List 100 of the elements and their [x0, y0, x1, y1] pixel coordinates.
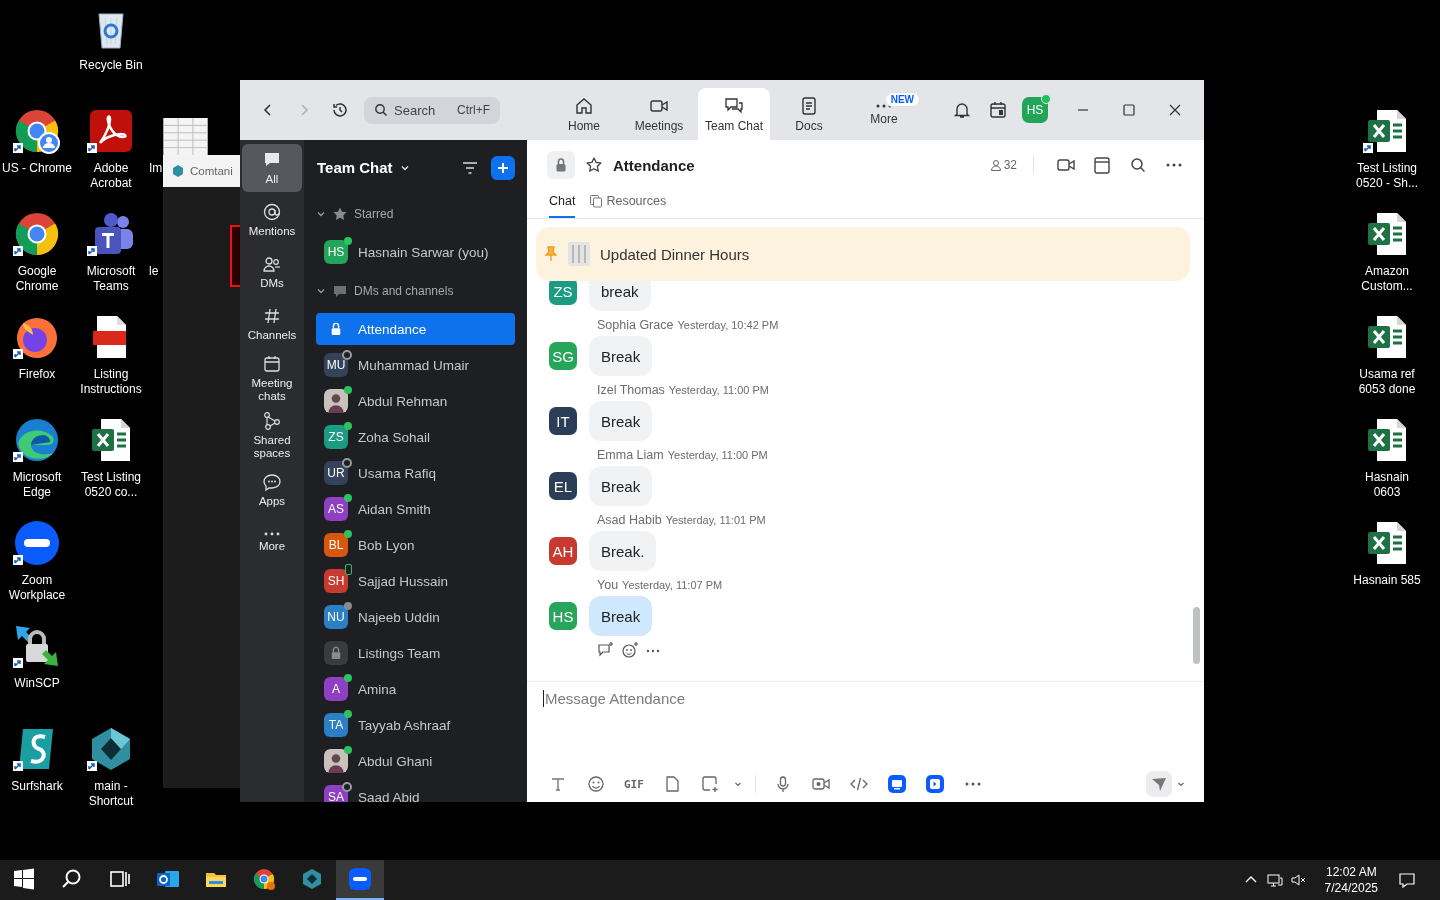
acrobat-icon	[87, 107, 135, 155]
message-time: Yesterday, 10:42 PM	[677, 319, 779, 331]
rail-tab[interactable]: Shared spaces	[242, 409, 302, 462]
avatar: IT	[549, 407, 577, 435]
zoom-icon	[13, 519, 61, 567]
reply-icon[interactable]	[597, 641, 615, 659]
chat-list-item[interactable]: Abdul Rehman	[316, 385, 515, 417]
volume-muted-icon[interactable]	[1290, 872, 1307, 888]
play-app-icon[interactable]	[924, 774, 945, 794]
section-header[interactable]: Starred	[316, 195, 515, 232]
windows-start-icon	[12, 867, 36, 891]
rail-tab[interactable]: Apps	[242, 466, 302, 514]
emoji-icon[interactable]	[586, 774, 606, 794]
desktop-icon[interactable]: Surfshark	[0, 725, 74, 794]
chat-list-item[interactable]: TA Tayyab Ashraaf	[316, 709, 515, 741]
history-icon[interactable]	[330, 100, 350, 120]
calendar-icon[interactable]	[988, 100, 1008, 120]
rail-tab[interactable]: All	[242, 144, 302, 192]
share-nodes-icon	[262, 411, 282, 431]
members-button[interactable]: 32	[989, 158, 1017, 172]
desktop-icon[interactable]: US - Chrome	[0, 107, 74, 176]
sender-name: Izel Thomas	[597, 383, 665, 397]
desktop-icon[interactable]: Google Chrome	[0, 210, 74, 294]
desktop-icon[interactable]: WinSCP	[0, 622, 74, 691]
search-icon[interactable]	[1128, 155, 1148, 175]
lock-icon	[324, 641, 348, 665]
search-icon	[374, 103, 388, 117]
chat-list-item[interactable]: MU Muhammad Umair	[316, 349, 515, 381]
avatar: HS	[549, 602, 577, 630]
screenshot-icon[interactable]	[699, 774, 720, 794]
gif-button[interactable]: GIF	[624, 777, 644, 791]
channel-tab[interactable]: Resources	[589, 190, 667, 218]
rail-tab[interactable]: Mentions	[242, 196, 302, 244]
desktop-icon[interactable]: Hasnain 585	[1350, 519, 1424, 588]
nav-tab[interactable]: NEW More	[848, 88, 920, 140]
channel-tab[interactable]: Chat	[549, 190, 576, 218]
pinned-message-banner[interactable]: Updated Dinner Hours	[536, 227, 1190, 281]
chat-list-item[interactable]: Abdul Ghani	[316, 745, 515, 777]
scrollbar[interactable]	[1193, 607, 1200, 664]
chat-list-item[interactable]: A Amina	[316, 673, 515, 705]
chat-list-item[interactable]: SA Saad Abid	[316, 781, 515, 802]
network-icon[interactable]	[1266, 872, 1283, 888]
message-bubble: Break.	[589, 531, 657, 571]
send-button[interactable]	[1146, 771, 1172, 797]
sender-name: You	[597, 578, 619, 592]
rail-tab[interactable]: Channels	[242, 300, 302, 348]
desktop-icon[interactable]: Usama ref 6053 done	[1350, 313, 1424, 397]
search-bar[interactable]: Search Ctrl+F	[364, 96, 500, 124]
chat-list-item[interactable]: BL Bob Lyon	[316, 529, 515, 561]
search-input[interactable]: Search	[394, 102, 442, 118]
avatar: A	[324, 677, 348, 701]
desktop-icon[interactable]: Recycle Bin	[74, 4, 148, 73]
desktop-icon[interactable]: Listing Instructions	[74, 313, 148, 397]
calendar-icon	[262, 354, 282, 374]
lock-icon	[547, 151, 575, 179]
new-chat-button[interactable]	[491, 155, 515, 180]
nav-tab[interactable]: Meetings	[623, 88, 695, 140]
desktop-icon[interactable]: Amazon Custom...	[1350, 210, 1424, 294]
nav-tab[interactable]: Team Chat	[698, 88, 770, 140]
nav-tab[interactable]: Docs	[773, 88, 845, 140]
desktop-icon[interactable]: Adobe Acrobat	[74, 107, 148, 191]
rail-tab[interactable]: More	[242, 518, 302, 566]
bell-icon[interactable]	[952, 100, 972, 120]
rail-tab[interactable]: Meeting chats	[242, 352, 302, 405]
chat-list-item[interactable]: UR Usama Rafiq	[316, 457, 515, 489]
rail-tab[interactable]: DMs	[242, 248, 302, 296]
section-header[interactable]: DMs and channels	[316, 272, 515, 309]
calendar-icon[interactable]	[1092, 155, 1112, 175]
add-reaction-icon[interactable]	[621, 641, 639, 659]
desktop-icon[interactable]: Microsoft Edge	[0, 416, 74, 500]
chat-list-item[interactable]: Attendance	[316, 313, 515, 345]
desktop-icon[interactable]: le	[149, 210, 163, 279]
desktop-icon[interactable]: Test Listing 0520 co...	[74, 416, 148, 500]
chat-list-item[interactable]: HS Hasnain Sarwar (you)	[316, 236, 515, 268]
desktop-icon[interactable]: Test Listing 0520 - Sh...	[1350, 107, 1424, 191]
avatar: HS	[324, 240, 348, 264]
nav-tab[interactable]: Home	[548, 88, 620, 140]
chat-list-item[interactable]: NU Najeeb Uddin	[316, 601, 515, 633]
desktop-icon[interactable]: Hasnain 0603	[1350, 416, 1424, 500]
star-icon[interactable]	[585, 156, 603, 174]
chat-list-item[interactable]: AS Aidan Smith	[316, 493, 515, 525]
avatar: EL	[549, 472, 577, 500]
desktop-icon[interactable]: main - Shortcut	[74, 725, 148, 809]
chat-list-item[interactable]: SH Sajjad Hussain	[316, 565, 515, 597]
screen-app-icon[interactable]	[886, 774, 907, 794]
clock[interactable]: 12:02 AM 7/24/2025	[1324, 864, 1378, 896]
chat-list-item[interactable]: Listings Team	[316, 637, 515, 669]
chat-list-item[interactable]: ZS Zoha Sohail	[316, 421, 515, 453]
desktop-icon[interactable]: Firefox	[0, 313, 74, 382]
message-time: Yesterday, 11:07 PM	[622, 579, 723, 591]
desktop-icon[interactable]: Microsoft Teams	[74, 210, 148, 294]
message-time: Yesterday, 11:00 PM	[667, 449, 768, 461]
taskbar-button[interactable]	[336, 860, 384, 900]
pin-icon	[544, 246, 558, 262]
document-icon	[799, 95, 819, 116]
panel-title[interactable]: Team Chat	[317, 159, 393, 176]
desktop-icon[interactable]: Zoom Workplace	[0, 519, 74, 603]
desktop-icon[interactable]: Im	[149, 107, 163, 176]
hexagon-icon	[300, 867, 324, 891]
notification-icon[interactable]	[1398, 871, 1416, 889]
